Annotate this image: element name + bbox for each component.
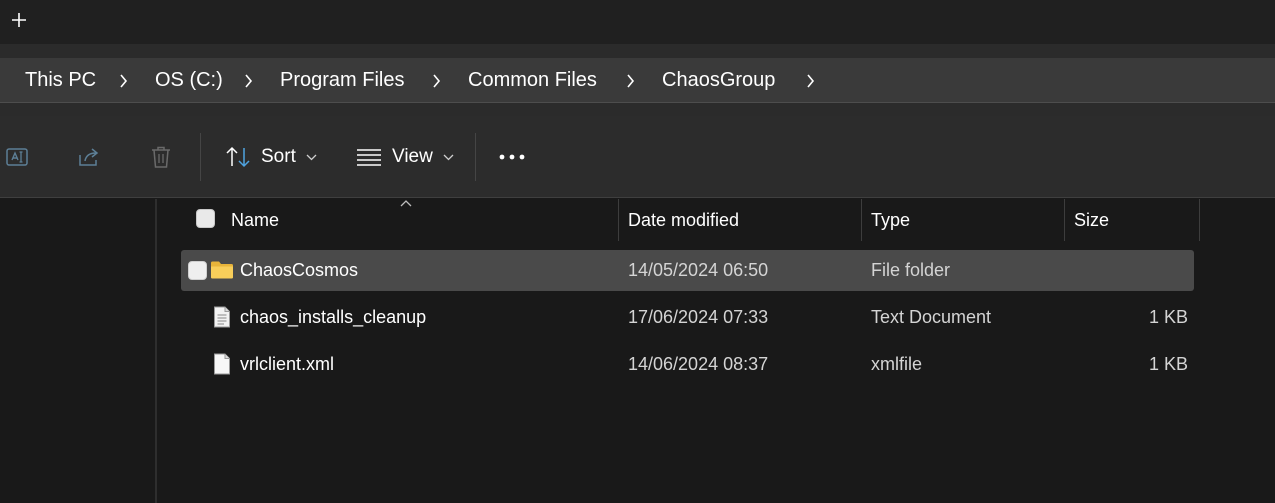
xml-file-icon [210,352,234,376]
file-row-vrlclient-xml[interactable]: vrlclient.xml 14/06/2024 08:37 xmlfile 1… [181,344,1194,385]
column-divider[interactable] [618,199,619,241]
delete-button[interactable] [146,142,176,172]
text-document-icon [210,305,234,329]
command-bar: Sort View [0,116,1275,198]
view-list-icon [357,149,381,166]
column-header-name[interactable]: Name [231,199,279,241]
file-type: File folder [871,260,951,280]
file-type: xmlfile [871,354,923,374]
chevron-down-icon [443,154,454,160]
breadcrumb-item-this-pc[interactable]: This PC [25,58,96,103]
file-date-modified: 17/06/2024 07:33 [628,307,769,327]
share-button[interactable] [74,142,104,172]
see-more-button[interactable] [497,142,527,172]
share-icon [79,148,99,166]
file-name: ChaosCosmos [240,260,359,280]
file-size: 1 KB [1148,354,1188,374]
sort-label: Sort [261,146,296,167]
toolbar-divider [200,133,201,181]
breadcrumb-chevron-icon[interactable] [802,58,818,103]
more-horizontal-icon [499,154,525,160]
column-divider[interactable] [1199,199,1200,241]
breadcrumb-item-program-files[interactable]: Program Files [280,58,404,103]
rename-button[interactable] [2,142,32,172]
breadcrumb-chevron-icon[interactable] [240,58,256,103]
breadcrumb-item-common-files[interactable]: Common Files [468,58,597,103]
breadcrumb-item-os-c[interactable]: OS (C:) [155,58,223,103]
file-row-chaoscosmos[interactable]: ChaosCosmos 14/05/2024 06:50 File folder [181,250,1194,291]
column-header-date-modified[interactable]: Date modified [628,199,739,241]
file-name: vrlclient.xml [240,354,335,374]
select-all-checkbox[interactable] [196,209,215,228]
file-type: Text Document [871,307,992,327]
file-date-modified: 14/05/2024 06:50 [628,260,769,280]
rename-icon [6,148,28,166]
address-bar: This PC OS (C:) Program Files Common Fil… [0,44,1275,116]
file-size: 1 KB [1148,307,1188,327]
breadcrumb[interactable]: This PC OS (C:) Program Files Common Fil… [0,58,1275,103]
folder-icon [210,258,234,282]
sort-ascending-icon [400,200,412,207]
breadcrumb-chevron-icon[interactable] [622,58,638,103]
toolbar-divider [475,133,476,181]
file-size [1108,250,1188,291]
new-tab-button[interactable] [5,6,33,34]
file-name: chaos_installs_cleanup [240,307,427,327]
file-date-modified: 14/06/2024 08:37 [628,354,769,374]
column-header-type[interactable]: Type [871,199,910,241]
breadcrumb-chevron-icon[interactable] [115,58,131,103]
breadcrumb-item-chaosgroup[interactable]: ChaosGroup [662,58,775,103]
column-divider[interactable] [861,199,862,241]
sort-button[interactable]: Sort [225,138,317,176]
plus-icon [12,13,26,27]
view-button[interactable]: View [356,138,454,176]
breadcrumb-chevron-icon[interactable] [428,58,444,103]
column-header-size[interactable]: Size [1074,199,1109,241]
file-row-chaos-installs-cleanup[interactable]: chaos_installs_cleanup 17/06/2024 07:33 … [181,297,1194,338]
navigation-pane[interactable] [0,199,157,503]
trash-icon [152,146,170,168]
view-label: View [392,146,433,167]
column-divider[interactable] [1064,199,1065,241]
chevron-down-icon [306,154,317,160]
sort-icon [226,146,250,168]
row-checkbox[interactable] [188,261,207,280]
tab-strip [0,0,1275,44]
